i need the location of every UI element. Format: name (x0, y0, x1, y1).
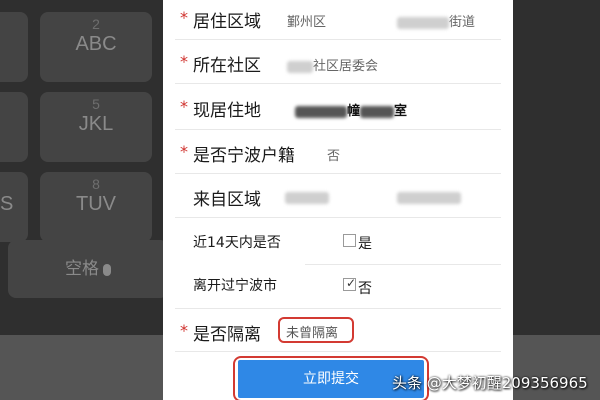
ningbo-household-value[interactable]: 否 (327, 145, 340, 164)
divider (175, 308, 501, 309)
current-address-label: 现居住地 (193, 101, 261, 121)
required-star: * (180, 52, 188, 71)
registration-form: * 居住区域 鄞州区 街道 * 所在社区 社区居委会 * 现居住地 幢室 * 是… (163, 0, 513, 400)
travel-divider (305, 264, 501, 265)
checkbox-no[interactable]: ✓ (343, 276, 357, 291)
key-s[interactable]: S (0, 172, 28, 242)
required-star: * (180, 97, 188, 116)
row-ningbo-household: * 是否宁波户籍 否 (175, 130, 501, 174)
key-tuv[interactable]: 8 TUV (40, 172, 152, 242)
row-from-area: 来自区域 (175, 174, 501, 218)
row-travel: 近14天内是否 离开过宁波市 是 ✓ 否 (175, 218, 501, 310)
check-icon: ✓ (346, 276, 357, 290)
from-area-label: 来自区域 (193, 190, 261, 210)
row-current-address: * 现居住地 幢室 (175, 84, 501, 130)
checkbox-yes[interactable] (343, 234, 356, 247)
key-space[interactable]: 空格 (8, 240, 168, 298)
travel-label-line2: 离开过宁波市 (193, 278, 277, 294)
watermark: 头条 @大梦初醒209356965 (392, 374, 588, 392)
from-province-value[interactable] (285, 190, 329, 205)
community-label: 所在社区 (193, 56, 261, 76)
option-no-label: 否 (358, 281, 372, 297)
district-value[interactable]: 鄞州区 (287, 11, 326, 30)
key-abc[interactable]: 2 ABC (40, 12, 152, 82)
community-value[interactable]: 社区居委会 (287, 55, 378, 74)
row-quarantine: * 是否隔离 未曾隔离 (175, 310, 501, 352)
option-yes-label: 是 (358, 236, 372, 252)
key-jkl[interactable]: 5 JKL (40, 92, 152, 162)
key-left-2 (0, 92, 28, 162)
row-community: * 所在社区 社区居委会 (175, 40, 501, 84)
ningbo-household-label: 是否宁波户籍 (193, 146, 295, 166)
current-address-value[interactable]: 幢室 (295, 100, 407, 119)
quarantine-value[interactable]: 未曾隔离 (286, 322, 338, 341)
quarantine-label: 是否隔离 (193, 325, 261, 345)
mic-icon (103, 263, 111, 276)
row-residence-area: * 居住区域 鄞州区 街道 (175, 0, 501, 40)
required-star: * (180, 8, 188, 27)
travel-label-line1: 近14天内是否 (193, 235, 281, 251)
street-value[interactable]: 街道 (397, 11, 475, 30)
required-star: * (180, 321, 188, 340)
residence-area-label: 居住区域 (193, 12, 261, 32)
key-left-1 (0, 12, 28, 82)
required-star: * (180, 142, 188, 161)
from-city-value[interactable] (397, 190, 461, 205)
